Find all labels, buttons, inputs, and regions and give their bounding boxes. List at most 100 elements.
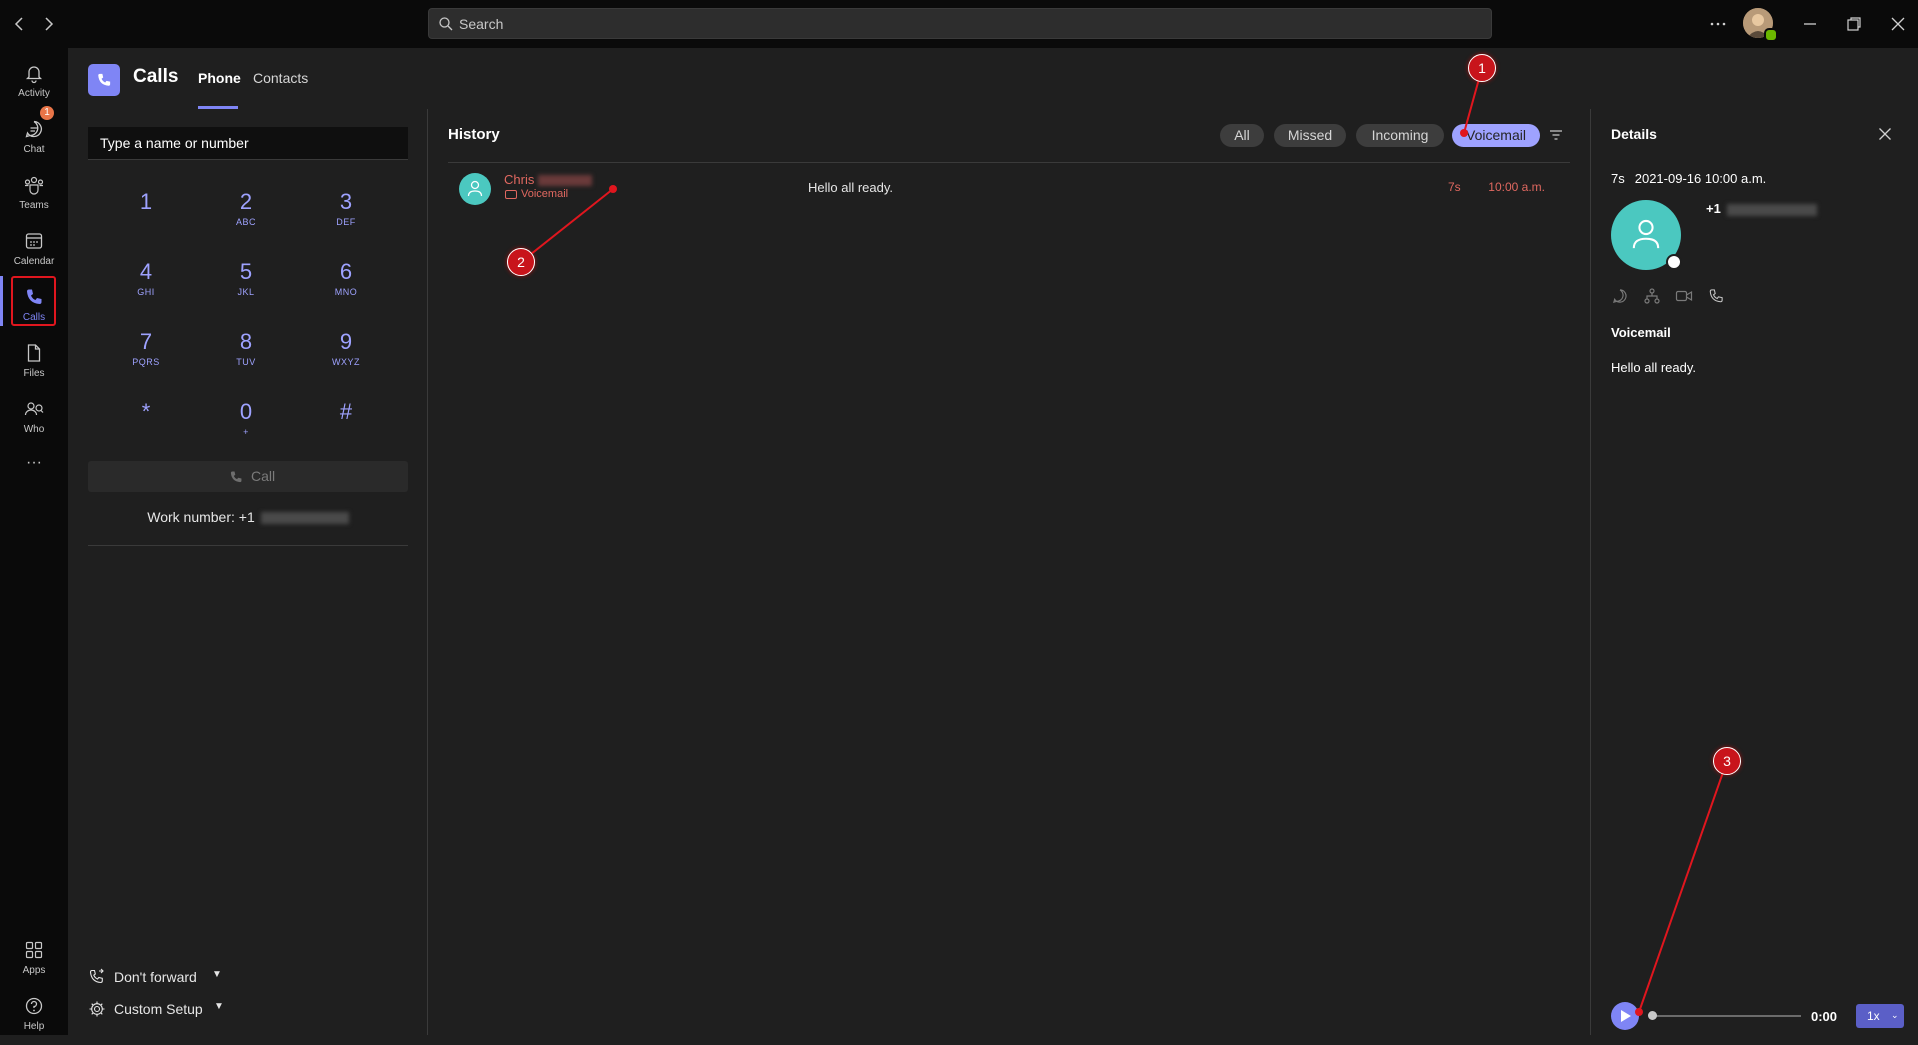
divider xyxy=(88,545,408,546)
history-row[interactable]: Chris Voicemail Hello all ready. 7s 10:0… xyxy=(448,167,1570,207)
dial-key-star[interactable]: * xyxy=(106,392,186,452)
forward-arrow-icon[interactable] xyxy=(38,14,58,34)
teams-icon xyxy=(23,174,45,196)
dial-key-4[interactable]: 4 GHI xyxy=(106,252,186,312)
playback-scrubber[interactable] xyxy=(1648,1011,1657,1020)
call-duration: 7s xyxy=(1611,171,1625,186)
more-icon: ··· xyxy=(26,454,42,471)
redacted-surname xyxy=(538,175,592,186)
playback-progress-track[interactable] xyxy=(1651,1015,1801,1017)
call-forward-icon xyxy=(89,968,104,984)
rail-item-who[interactable]: Who xyxy=(0,392,68,448)
apps-icon xyxy=(23,939,45,961)
back-arrow-icon[interactable] xyxy=(10,14,30,34)
dial-key-digit: 4 xyxy=(139,259,153,284)
call-button[interactable]: Call xyxy=(88,461,408,492)
filter-incoming[interactable]: Incoming xyxy=(1356,124,1444,147)
dial-key-9[interactable]: 9 WXYZ xyxy=(306,322,386,382)
filter-missed[interactable]: Missed xyxy=(1274,124,1346,147)
dial-key-1[interactable]: 1 xyxy=(106,182,186,242)
playback-speed-label: 1x xyxy=(1867,1009,1880,1023)
chevron-down-icon: ▼ xyxy=(212,969,222,980)
dial-key-hash[interactable]: # xyxy=(306,392,386,452)
custom-setup-dropdown[interactable]: Custom Setup ▼ xyxy=(88,997,228,1021)
phone-icon xyxy=(230,471,242,483)
call-time: 10:00 a.m. xyxy=(1488,180,1545,194)
dial-key-letters: GHI xyxy=(137,287,155,297)
presence-icon xyxy=(1666,254,1682,270)
search-icon xyxy=(438,16,454,32)
annotation-marker-2: 2 xyxy=(507,248,535,276)
rail-item-apps[interactable]: Apps xyxy=(0,933,68,989)
dial-number-input[interactable] xyxy=(88,127,408,160)
redacted-number xyxy=(1727,204,1817,216)
filter-icon[interactable] xyxy=(1548,127,1564,143)
dial-key-letters: TUV xyxy=(236,357,256,367)
rail-more-button[interactable]: ··· xyxy=(0,450,68,480)
org-chart-icon[interactable] xyxy=(1643,287,1661,305)
rail-item-chat[interactable]: Chat xyxy=(0,112,68,168)
tab-contacts[interactable]: Contacts xyxy=(253,70,308,86)
phone-icon[interactable] xyxy=(1707,287,1725,305)
filter-all[interactable]: All xyxy=(1220,124,1264,147)
call-datetime: 2021-09-16 10:00 a.m. xyxy=(1634,171,1767,186)
rail-item-help[interactable]: Help xyxy=(0,989,68,1045)
dial-key-2[interactable]: 2 ABC xyxy=(206,182,286,242)
dial-key-digit: 5 xyxy=(239,259,253,284)
chat-icon[interactable] xyxy=(1611,287,1629,305)
calendar-icon xyxy=(23,230,45,252)
contact-name: Chris xyxy=(504,172,535,187)
file-icon xyxy=(23,342,45,364)
rail-item-teams[interactable]: Teams xyxy=(0,168,68,224)
rail-item-activity[interactable]: Activity xyxy=(0,56,68,112)
dial-key-digit: 1 xyxy=(139,189,153,214)
title-bar: Search xyxy=(0,0,1918,48)
dial-key-letters: MNO xyxy=(334,287,358,297)
rail-item-files[interactable]: Files xyxy=(0,336,68,392)
playback-speed-button[interactable]: 1x ⌄ xyxy=(1856,1004,1904,1028)
dial-key-letters: PQRS xyxy=(132,357,160,367)
dial-key-3[interactable]: 3 DEF xyxy=(306,182,386,242)
work-number: Work number: +1 xyxy=(88,509,408,525)
search-input[interactable]: Search xyxy=(428,8,1492,39)
custom-setup-label: Custom Setup xyxy=(114,1001,203,1017)
call-button-label: Call xyxy=(251,468,276,484)
play-button[interactable] xyxy=(1611,1002,1639,1030)
rail-label: Files xyxy=(23,368,45,379)
dial-key-letters: WXYZ xyxy=(332,357,360,367)
more-options-icon[interactable] xyxy=(1707,13,1729,35)
calls-logo-icon xyxy=(88,64,120,96)
call-forwarding-label: Don't forward xyxy=(114,969,197,985)
chat-unread-badge: 1 xyxy=(40,106,54,120)
dial-key-8[interactable]: 8 TUV xyxy=(206,322,286,382)
close-icon[interactable] xyxy=(1877,126,1893,142)
restore-icon[interactable] xyxy=(1843,13,1865,35)
call-type: Voicemail xyxy=(521,188,569,200)
dial-key-0[interactable]: 0 + xyxy=(206,392,286,452)
chevron-down-icon: ▼ xyxy=(214,1001,224,1012)
video-call-icon[interactable] xyxy=(1675,287,1693,305)
voicemail-section-label: Voicemail xyxy=(1611,325,1671,340)
filter-voicemail[interactable]: Voicemail xyxy=(1452,124,1540,147)
tab-phone[interactable]: Phone xyxy=(198,70,241,86)
close-window-icon[interactable] xyxy=(1887,13,1909,35)
call-forwarding-dropdown[interactable]: Don't forward ▼ xyxy=(88,965,228,989)
dial-key-digit: 6 xyxy=(339,259,353,284)
voicemail-icon xyxy=(505,190,517,199)
dial-key-6[interactable]: 6 MNO xyxy=(306,252,386,312)
dial-key-7[interactable]: 7 PQRS xyxy=(106,322,186,382)
dial-key-digit: 2 xyxy=(239,189,253,214)
rail-label: Activity xyxy=(18,88,50,99)
playback-time: 0:00 xyxy=(1811,1009,1838,1024)
minimize-icon[interactable] xyxy=(1799,13,1821,35)
redacted-number xyxy=(260,512,349,525)
rail-item-calendar[interactable]: Calendar xyxy=(0,224,68,280)
annotation-marker-3: 3 xyxy=(1713,747,1741,775)
rail-label: Help xyxy=(23,1021,45,1032)
gear-icon xyxy=(89,1001,105,1017)
dial-key-5[interactable]: 5 JKL xyxy=(206,252,286,312)
call-duration: 7s xyxy=(1448,180,1461,194)
dial-key-letters: JKL xyxy=(237,287,255,297)
details-title: Details xyxy=(1611,126,1657,142)
dial-key-digit: * xyxy=(141,399,151,424)
